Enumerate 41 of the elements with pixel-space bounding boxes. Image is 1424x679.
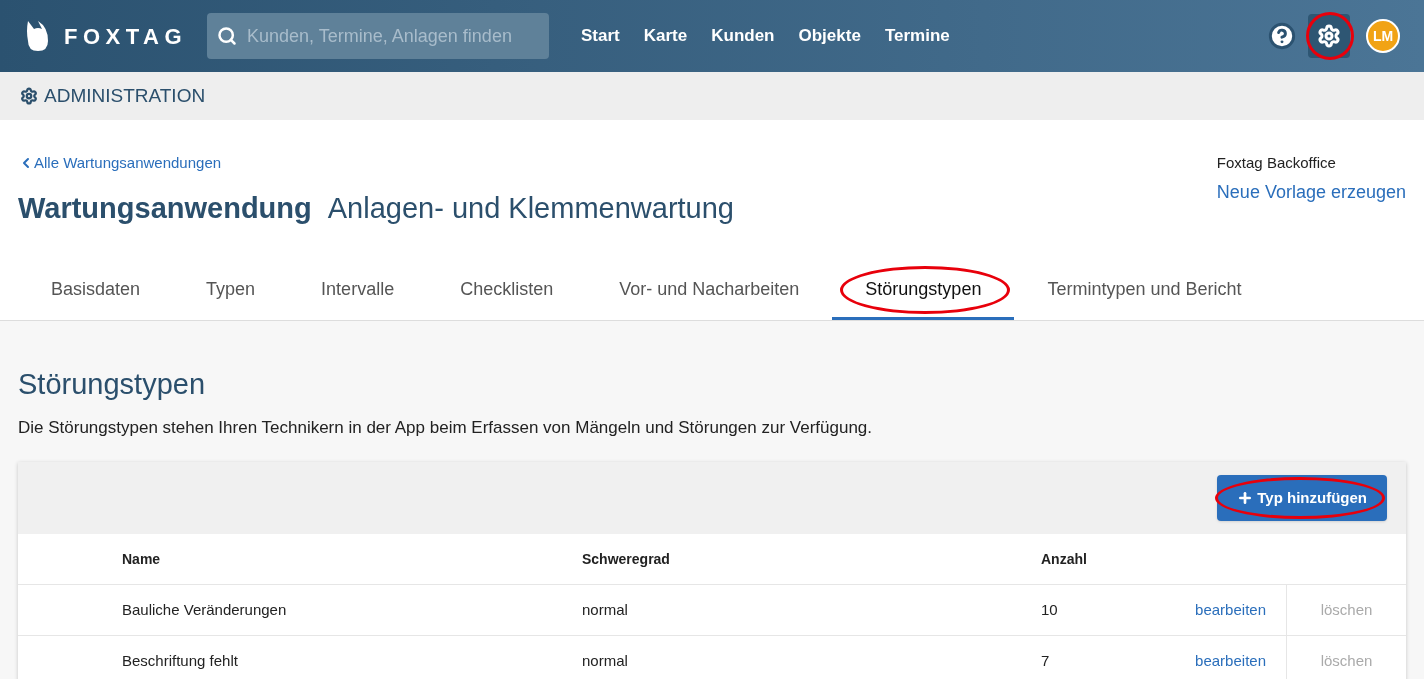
table-cell-text: Bauliche Veränderungen xyxy=(122,599,287,620)
tab[interactable]: Checklisten xyxy=(427,262,587,320)
page-title: Wartungsanwendung xyxy=(18,190,312,226)
owner-name: Foxtag Backoffice xyxy=(1216,153,1336,173)
nav-link[interactable]: Objekte xyxy=(798,23,861,49)
tab[interactable]: Intervalle xyxy=(288,262,428,320)
settings-icon xyxy=(1317,24,1341,48)
tab[interactable]: Termintypen und Bericht xyxy=(1014,262,1275,320)
tab[interactable]: Vor- und Nacharbeiten xyxy=(586,262,833,320)
table-cell-text: 7 xyxy=(1041,650,1050,671)
tab[interactable]: Störungstypen xyxy=(832,262,1015,320)
page-subtitle: Anlagen- und Klemmenwartung xyxy=(327,190,734,226)
plus-icon xyxy=(1237,490,1254,506)
edit-link[interactable]: bearbeiten xyxy=(1195,598,1266,622)
section-description: Die Störungstypen stehen Ihren Technikern in der App beim Erfassen von Mängeln und Störungen zur Verfügung. xyxy=(18,416,873,439)
column-header: Anzahl xyxy=(1041,549,1087,569)
add-type-button[interactable]: Typ hinzufügen xyxy=(1217,475,1387,521)
edit-link[interactable]: bearbeiten xyxy=(1195,649,1266,673)
table-cell-text: Beschriftung fehlt xyxy=(122,650,238,671)
search-field[interactable]: Kunden, Termine, Anlagen finden xyxy=(207,13,550,59)
search-icon xyxy=(217,26,238,46)
logo-text: FOXTAG xyxy=(64,22,188,51)
tab[interactable]: Typen xyxy=(173,262,289,320)
annotation-ellipse xyxy=(1306,12,1354,60)
search-input[interactable]: Kunden, Termine, Anlagen finden xyxy=(247,22,538,50)
nav-link[interactable]: Start xyxy=(581,23,620,49)
section-title: Störungstypen xyxy=(18,367,206,402)
new-template-link[interactable]: Neue Vorlage erzeugen xyxy=(1216,178,1406,206)
back-link[interactable]: Alle Wartungsanwendungen xyxy=(18,152,734,175)
admin-title: ADMINISTRATION xyxy=(44,83,206,108)
tab[interactable]: Basisdaten xyxy=(18,262,174,320)
table-cell-text: 10 xyxy=(1041,599,1058,620)
help-icon[interactable] xyxy=(1268,22,1296,50)
nav-link[interactable]: Karte xyxy=(643,23,688,49)
table-cell-text: normal xyxy=(582,599,628,620)
nav-link[interactable]: Kunden xyxy=(711,23,775,49)
column-header: Schweregrad xyxy=(582,549,670,569)
nav-link[interactable]: Termine xyxy=(884,23,950,49)
table-cell-text: normal xyxy=(582,650,628,671)
settings-icon xyxy=(20,87,38,105)
column-header: Name xyxy=(122,549,161,569)
